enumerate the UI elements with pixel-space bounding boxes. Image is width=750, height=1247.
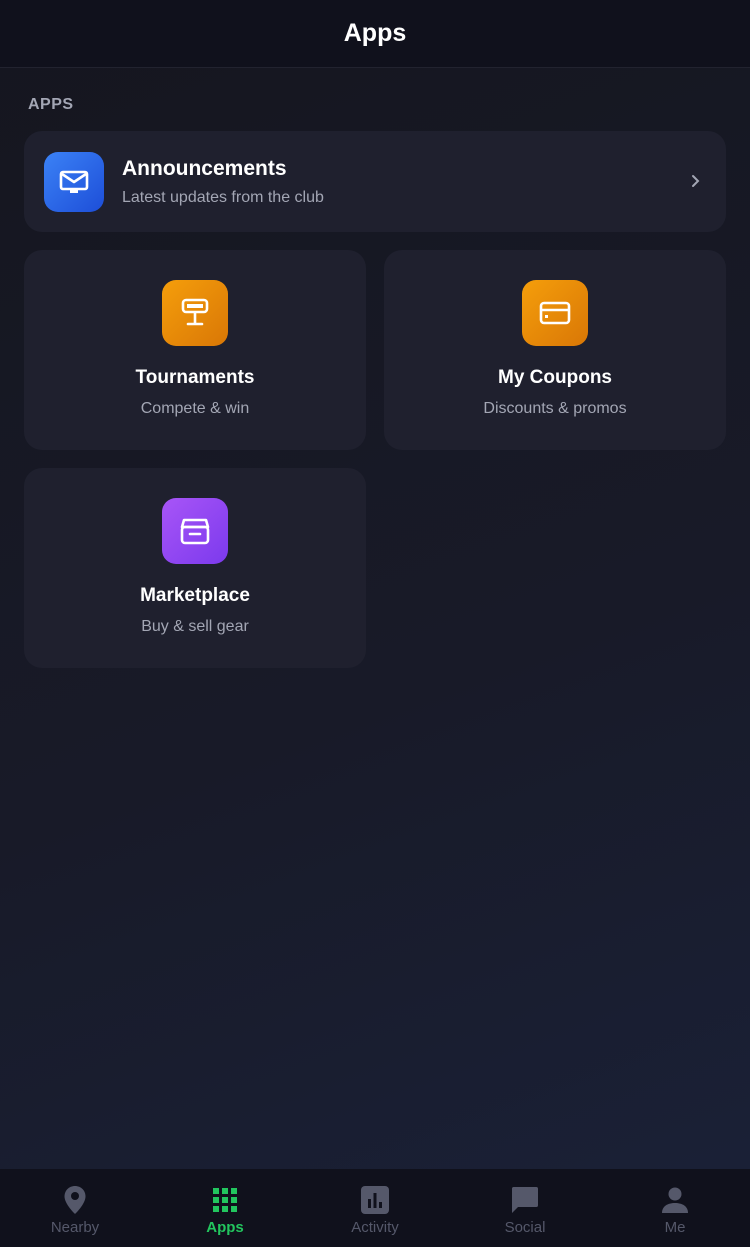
grid-icon xyxy=(210,1185,240,1215)
tournaments-title: Tournaments xyxy=(135,367,255,388)
section-label: APPS xyxy=(28,96,74,113)
coupons-title: My Coupons xyxy=(498,367,612,388)
marketplace-card[interactable]: Marketplace Buy & sell gear xyxy=(24,468,366,668)
tab-apps[interactable]: Apps xyxy=(150,1169,300,1247)
person-icon xyxy=(660,1185,690,1215)
trophy-icon xyxy=(181,298,209,326)
tab-me[interactable]: Me xyxy=(600,1169,750,1247)
location-pin-icon xyxy=(60,1185,90,1215)
tab-apps-label: Apps xyxy=(206,1219,244,1236)
coupons-card[interactable]: My Coupons Discounts & promos xyxy=(384,250,726,450)
archive-box-icon xyxy=(180,518,210,545)
tournaments-icon-box xyxy=(162,280,228,346)
tab-social-label: Social xyxy=(504,1219,546,1236)
tab-activity-label: Activity xyxy=(351,1219,399,1236)
tournaments-card[interactable]: Tournaments Compete & win xyxy=(24,250,366,450)
page-title: Apps xyxy=(343,19,407,47)
tab-nearby[interactable]: Nearby xyxy=(0,1169,150,1247)
tournaments-subtitle: Compete & win xyxy=(140,400,250,417)
bottom-tab-bar: Nearby Apps Activity Social Me xyxy=(0,1169,750,1247)
marketplace-icon-box xyxy=(162,498,228,564)
chat-bubble-icon xyxy=(510,1185,540,1215)
announcements-title: Announcements xyxy=(122,156,287,180)
tab-activity[interactable]: Activity xyxy=(300,1169,450,1247)
card-icon xyxy=(539,301,571,325)
announcements-icon-box xyxy=(44,151,104,212)
coupons-subtitle: Discounts & promos xyxy=(483,400,627,417)
announcements-subtitle: Latest updates from the club xyxy=(122,188,324,206)
chevron-right-icon xyxy=(684,169,708,193)
bar-chart-icon xyxy=(360,1185,390,1215)
tab-social[interactable]: Social xyxy=(450,1169,600,1247)
coupons-icon-box xyxy=(522,280,588,346)
top-header: Apps xyxy=(0,0,750,68)
tab-me-label: Me xyxy=(664,1219,686,1236)
marketplace-title: Marketplace xyxy=(140,585,250,606)
marketplace-subtitle: Buy & sell gear xyxy=(141,618,249,635)
announcements-card[interactable]: Announcements Latest updates from the cl… xyxy=(24,131,726,232)
envelope-icon xyxy=(59,170,89,193)
tab-nearby-label: Nearby xyxy=(50,1219,100,1236)
